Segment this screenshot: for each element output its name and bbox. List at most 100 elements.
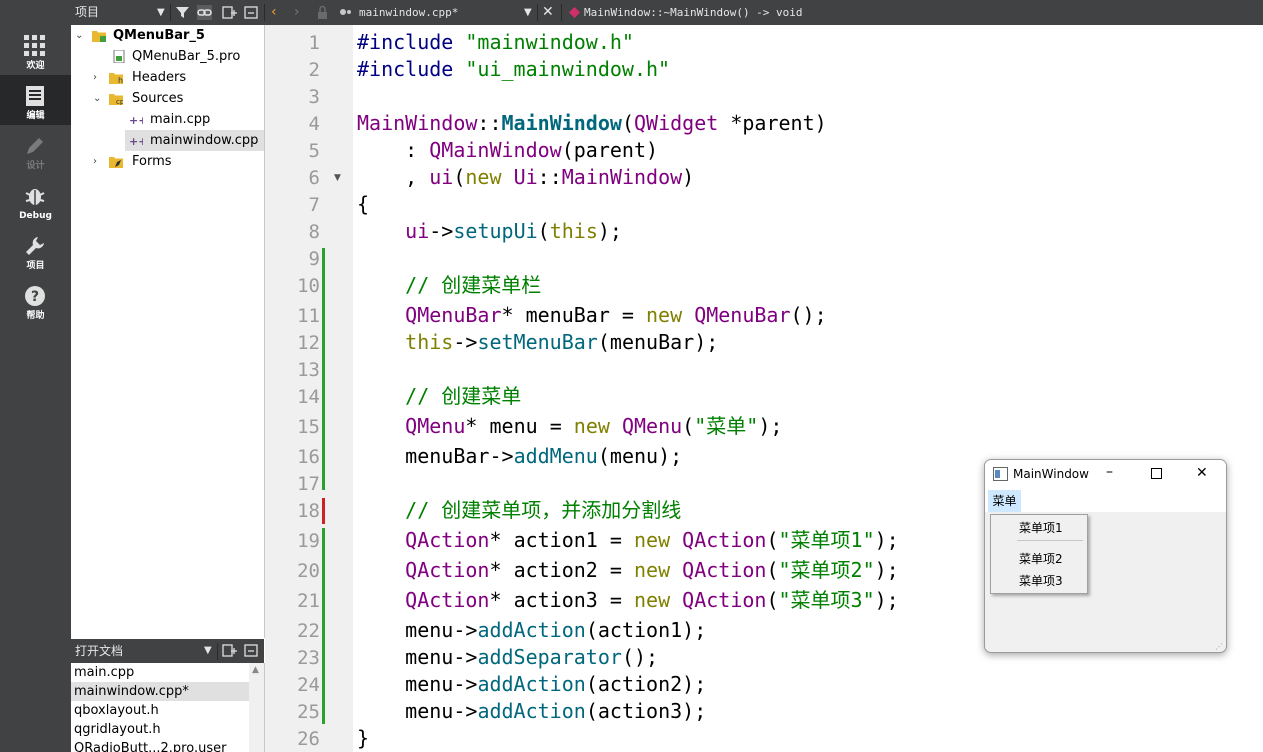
maximize-icon[interactable] <box>1151 468 1162 479</box>
tree-item-mainwindow-cpp[interactable]: ++ mainwindow.cpp <box>125 130 264 151</box>
mode-design[interactable]: 设计 <box>0 125 71 175</box>
code-line: QAction* action1 = new QAction("菜单项1"); <box>405 528 899 552</box>
list-item[interactable]: main.cpp <box>71 663 250 682</box>
project-folder-icon <box>92 31 106 42</box>
list-item[interactable]: qboxlayout.h <box>71 701 250 720</box>
scrollbar[interactable]: ▲ <box>249 663 264 752</box>
forms-folder-icon <box>109 157 123 168</box>
line-number: 4 <box>308 113 320 135</box>
code-line: // 创建菜单项，并添加分割线 <box>405 498 682 522</box>
code-line: menuBar->addMenu(menu); <box>405 444 683 468</box>
line-number: 15 <box>297 416 320 438</box>
filter-icon[interactable] <box>175 5 190 20</box>
close-pane-icon[interactable] <box>244 5 259 20</box>
svg-text:++: ++ <box>129 114 143 126</box>
code-line: QMenu* menu = new QMenu("菜单"); <box>405 414 783 438</box>
resize-grip-icon[interactable]: ⋰ <box>1215 642 1223 651</box>
project-tree: ⌄ QMenuBar_5 QMenuBar_5.pro › h Headers … <box>71 25 265 638</box>
line-number: 16 <box>297 446 320 468</box>
line-number: 13 <box>297 359 320 381</box>
change-marker-added <box>322 528 325 724</box>
tree-item-label: QMenuBar_5.pro <box>132 49 241 64</box>
chevron-down-icon[interactable]: ▼ <box>524 0 532 25</box>
code-line: // 创建菜单 <box>405 384 522 408</box>
close-pane-icon[interactable] <box>244 643 259 658</box>
list-item[interactable]: QRadioButt...2.pro.user <box>71 739 250 752</box>
chevron-down-icon[interactable]: ▼ <box>157 0 165 25</box>
line-number: 14 <box>297 386 320 408</box>
pencil-icon <box>27 138 43 154</box>
grid-icon <box>24 35 45 56</box>
code-line: QMenuBar* menuBar = new QMenuBar(); <box>405 303 827 327</box>
headers-folder-icon: h <box>109 73 123 84</box>
chevron-right-icon[interactable]: › <box>93 151 103 172</box>
line-number: 7 <box>308 194 320 216</box>
mode-welcome[interactable]: 欢迎 <box>0 25 71 75</box>
symbol-selector[interactable]: MainWindow::~MainWindow() -> void <box>584 0 803 25</box>
tree-item-label: Sources <box>132 91 184 106</box>
line-number: 23 <box>297 647 320 669</box>
tree-item-forms[interactable]: › Forms <box>71 151 264 172</box>
mode-label: Debug <box>19 211 52 221</box>
tree-item-sources[interactable]: ⌄ cpp Sources <box>71 88 264 109</box>
split-icon[interactable] <box>222 643 237 658</box>
code-line: #include "mainwindow.h" <box>357 30 634 54</box>
wrench-icon <box>26 237 44 255</box>
list-item[interactable]: mainwindow.cpp* <box>71 682 250 701</box>
menu-item[interactable]: 菜单 <box>988 490 1021 512</box>
window-title-bar[interactable]: MainWindow – ✕ <box>985 460 1226 490</box>
chevron-down-icon[interactable]: ⌄ <box>93 88 103 109</box>
code-line: menu->addAction(action1); <box>405 618 707 642</box>
list-item[interactable]: qgridlayout.h <box>71 720 250 739</box>
close-icon[interactable]: ✕ <box>1196 465 1208 481</box>
mode-label: 帮助 <box>26 311 45 321</box>
link-icon[interactable] <box>197 5 212 20</box>
current-file-name[interactable]: mainwindow.cpp* <box>359 0 458 25</box>
fold-arrow-icon[interactable]: ▼ <box>334 173 341 183</box>
mode-label: 项目 <box>26 261 45 271</box>
scroll-up-icon[interactable]: ▲ <box>252 665 259 675</box>
tree-item-main-cpp[interactable]: ++ main.cpp <box>71 109 264 130</box>
line-number: 3 <box>308 86 320 108</box>
mode-label: 编辑 <box>26 111 45 121</box>
menu-action-3[interactable]: 菜单项3 <box>1019 572 1063 589</box>
line-number: 6 <box>308 167 320 189</box>
projects-view-label: 项目 <box>75 5 100 19</box>
tree-item-pro-file[interactable]: QMenuBar_5.pro <box>71 46 264 67</box>
tree-item-label: mainwindow.cpp <box>150 133 259 148</box>
back-icon[interactable]: ‹ <box>271 0 277 25</box>
change-marker-added <box>322 248 325 490</box>
line-number: 17 <box>297 473 320 495</box>
mode-help[interactable]: ? 帮助 <box>0 275 71 325</box>
code-line: { <box>357 192 370 216</box>
mode-debug[interactable]: Debug <box>0 175 71 225</box>
chevron-right-icon[interactable]: › <box>93 67 103 88</box>
chevron-down-icon[interactable]: ⌄ <box>75 25 85 46</box>
minimize-icon[interactable]: – <box>1106 464 1113 480</box>
code-line: QAction* action3 = new QAction("菜单项3"); <box>405 588 899 612</box>
forward-icon[interactable]: › <box>294 0 300 25</box>
cpp-file-icon: ++ <box>129 135 143 147</box>
line-number: 21 <box>297 590 320 612</box>
pro-file-icon <box>113 50 125 63</box>
menu-action-2[interactable]: 菜单项2 <box>1019 550 1063 567</box>
line-number: 18 <box>297 500 320 522</box>
close-icon[interactable]: ✕ <box>542 0 554 25</box>
line-number: 24 <box>297 674 320 696</box>
tree-item-headers[interactable]: › h Headers <box>71 67 264 88</box>
svg-text:++: ++ <box>129 135 143 147</box>
code-line: MainWindow::MainWindow(QWidget *parent) <box>357 111 827 135</box>
mode-edit[interactable]: 编辑 <box>0 75 71 125</box>
menu-action-1[interactable]: 菜单项1 <box>1019 519 1063 536</box>
line-number: 9 <box>308 248 320 270</box>
tree-item-label: Headers <box>132 70 187 85</box>
mode-projects[interactable]: 项目 <box>0 225 71 275</box>
split-icon[interactable] <box>222 5 237 20</box>
dropdown-menu: 菜单项1 菜单项2 菜单项3 <box>990 514 1088 594</box>
top-toolbar: 项目 ▼ ‹ › mainwindow.cpp* ▼ ✕ MainWindow:… <box>71 0 1263 25</box>
tree-item-project[interactable]: ⌄ QMenuBar_5 <box>71 25 264 46</box>
change-marker-modified <box>322 498 325 524</box>
line-number: 20 <box>297 560 320 582</box>
mode-label: 欢迎 <box>26 61 45 71</box>
chevron-down-icon[interactable]: ▼ <box>204 639 212 663</box>
